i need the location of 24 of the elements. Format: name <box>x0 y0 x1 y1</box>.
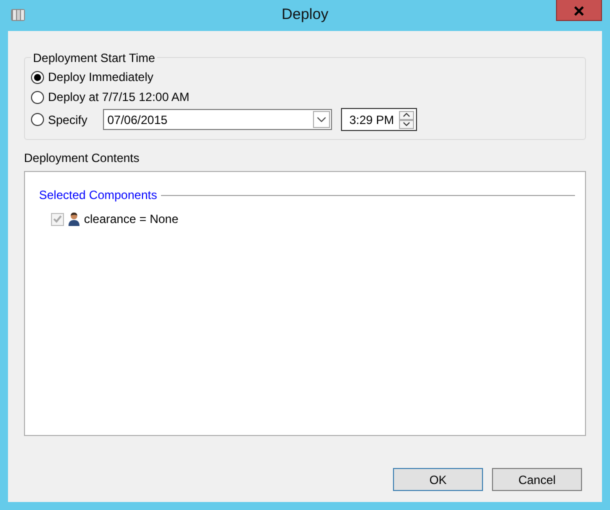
section-heading: Selected Components <box>39 187 158 204</box>
item-label: clearance = None <box>84 211 178 228</box>
close-button[interactable] <box>556 0 602 21</box>
dropdown-button[interactable] <box>313 111 330 128</box>
user-icon <box>68 212 80 226</box>
check-icon <box>53 215 62 223</box>
option-label[interactable]: Deploy at 7/7/15 12:00 AM <box>48 88 190 106</box>
section-label: Deployment Contents <box>24 150 140 167</box>
radio-button[interactable] <box>31 70 44 84</box>
window-title: Deploy <box>282 5 328 26</box>
close-icon <box>574 6 584 16</box>
chevron-up-icon <box>403 113 410 117</box>
time-field[interactable]: 3:29 PM <box>341 108 418 131</box>
dialog-button[interactable]: Cancel <box>492 468 582 491</box>
dialog-button[interactable]: OK <box>393 468 483 491</box>
chevron-down-icon <box>317 117 326 122</box>
radio-button[interactable] <box>31 90 44 104</box>
radio-button[interactable] <box>31 113 44 126</box>
spin-up-button[interactable] <box>399 110 414 120</box>
date-field[interactable]: 07/06/2015 <box>103 109 332 130</box>
chevron-down-icon <box>403 122 410 126</box>
app-icon <box>10 7 26 23</box>
option-label[interactable]: Deploy Immediately <box>48 68 154 86</box>
option-label[interactable]: Specify <box>48 110 88 128</box>
